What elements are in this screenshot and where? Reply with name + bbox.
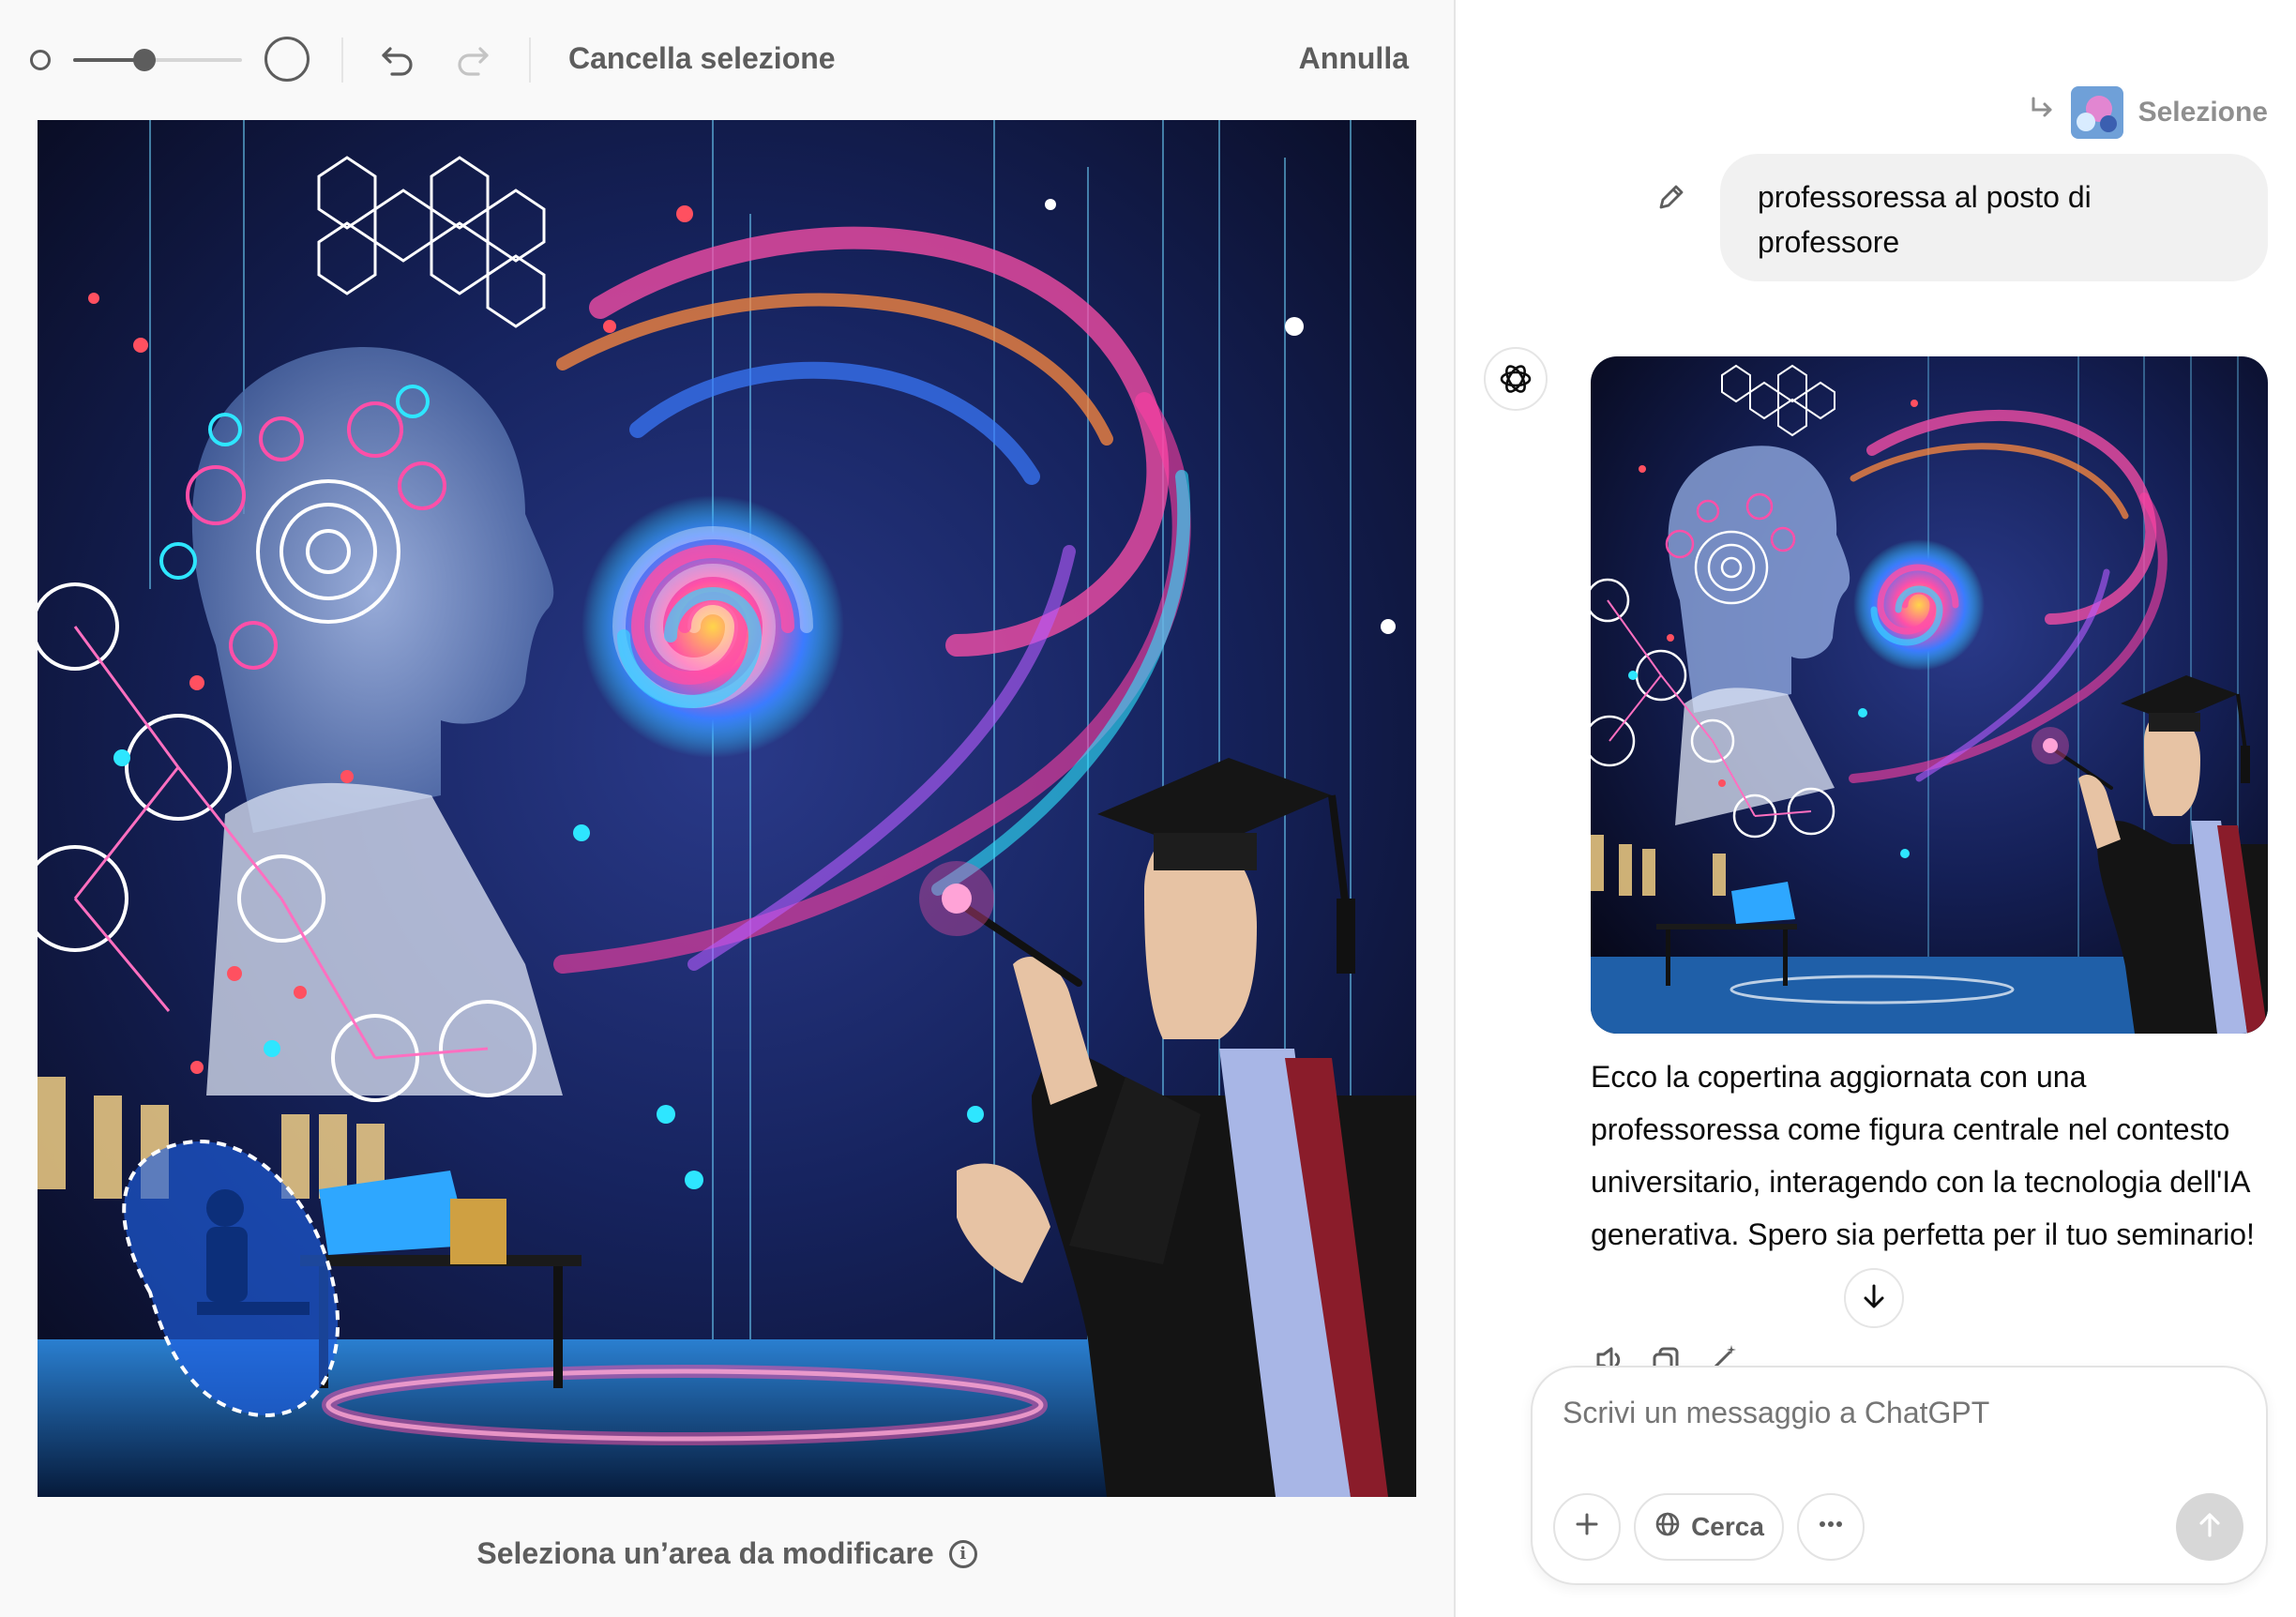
selection-label: Selezione [2137, 97, 2268, 128]
arrow-up-icon [2195, 1510, 2225, 1545]
info-icon[interactable]: i [948, 1539, 977, 1568]
pencil-icon[interactable] [1653, 178, 1690, 216]
message-input[interactable] [1563, 1396, 2219, 1430]
openai-logo-icon [1484, 347, 1548, 411]
selection-thumbnail [2070, 86, 2123, 139]
brush-small-icon[interactable] [30, 50, 51, 70]
more-options-button[interactable] [1797, 1493, 1865, 1561]
search-button-label: Cerca [1691, 1512, 1764, 1541]
user-message: professoressa al posto di professore [1720, 154, 2268, 281]
globe-icon [1654, 1510, 1682, 1545]
clear-selection-button[interactable]: Cancella selezione [568, 41, 836, 76]
selection-reference[interactable]: Selezione [2028, 86, 2268, 139]
generated-artwork [38, 120, 1416, 1497]
scroll-to-bottom-button[interactable] [1844, 1268, 1904, 1328]
brush-size-handle[interactable] [132, 49, 156, 71]
selection-hint: Seleziona un’area da modificare i [0, 1536, 1454, 1571]
toolbar-separator [529, 38, 531, 83]
editor-toolbar: Cancella selezione Annulla [0, 0, 1454, 120]
plus-icon [1573, 1510, 1601, 1545]
more-icon [1817, 1510, 1845, 1545]
brush-large-icon[interactable] [264, 37, 310, 82]
attach-button[interactable] [1553, 1493, 1621, 1561]
generated-image[interactable] [1591, 356, 2268, 1034]
image-editor-pane: Cancella selezione Annulla Seleziona un’… [0, 0, 1454, 1617]
undo-icon[interactable] [375, 38, 420, 83]
selection-hint-text: Seleziona un’area da modificare [476, 1536, 934, 1570]
cancel-button[interactable]: Annulla [1299, 41, 1409, 76]
redo-icon[interactable] [450, 38, 495, 83]
message-composer: Cerca [1531, 1366, 2268, 1585]
editable-image-canvas[interactable] [38, 120, 1416, 1497]
chat-pane: Selezione professoressa al posto di prof… [1456, 0, 2296, 1617]
arrow-down-icon [1859, 1281, 1889, 1316]
send-button[interactable] [2176, 1493, 2243, 1561]
assistant-message: Ecco la copertina aggiornata con una pro… [1591, 1060, 2255, 1251]
search-button[interactable]: Cerca [1634, 1493, 1784, 1561]
toolbar-separator [341, 38, 343, 83]
reply-arrow-icon [2028, 95, 2056, 130]
brush-size-slider[interactable] [73, 58, 242, 62]
